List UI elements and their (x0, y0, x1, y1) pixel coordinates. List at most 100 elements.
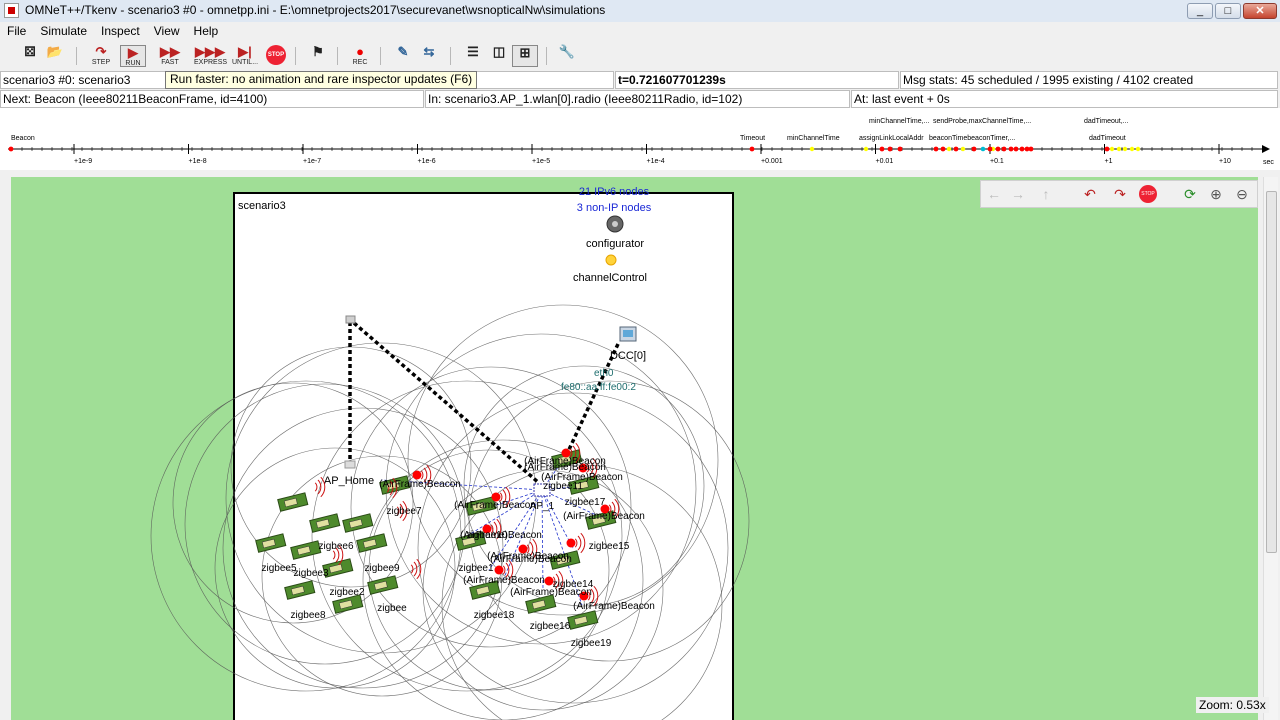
timeline-toggle-button[interactable]: ⊞ (512, 45, 538, 67)
back-icon[interactable]: ← (985, 186, 1003, 202)
timeline-event-marker[interactable] (749, 146, 755, 152)
timeline[interactable]: +1e-9 +1e-8 +1e-7 +1e-6 +1e-5 +1e-4 +0.001 +0.0… (0, 108, 1280, 171)
zoom-in-icon[interactable]: ⊕ (1207, 186, 1225, 202)
layout-horizontal-icon: ☰ (467, 44, 479, 59)
network-canvas[interactable]: scenario3 21 IPv6 nodes 3 non-IP nodes c… (11, 177, 1258, 720)
timeline-event-marker[interactable] (1019, 146, 1025, 152)
timeline-arrow (1262, 145, 1270, 153)
express-button[interactable]: ▶▶▶ EXPRESS (194, 45, 227, 67)
until-button[interactable]: ▶| UNTIL... (230, 45, 260, 67)
timeline-event-marker[interactable] (971, 146, 977, 152)
timeline-event-marker[interactable] (960, 146, 966, 152)
zigbee-label: zigbee1 (458, 563, 493, 574)
timeline-label: minChannelTime,... (869, 118, 929, 125)
timeline-event-marker[interactable] (1008, 146, 1014, 152)
tooltip: Run faster: no animation and rare inspec… (165, 71, 478, 89)
timeline-event-marker[interactable] (8, 146, 14, 152)
timeline-event-marker[interactable] (887, 146, 893, 152)
close-button[interactable]: ✕ (1243, 3, 1277, 19)
menu-view[interactable]: View (147, 22, 187, 38)
forward-icon[interactable]: → (1009, 186, 1027, 202)
options-button[interactable]: 🔧 (554, 45, 580, 67)
toolbar-separator (337, 47, 338, 65)
airframe-label: (AirFrame)Beacon (463, 575, 545, 586)
refresh-icon[interactable]: ⟳ (1181, 186, 1199, 202)
timeline-event-marker[interactable] (1013, 146, 1019, 152)
airframe-label: (AirFrame)Beacon (490, 554, 572, 565)
object-tree-button[interactable]: ⇆ (416, 45, 442, 67)
timeline-event-marker[interactable] (1028, 146, 1034, 152)
layout-vertical-button[interactable]: ◫ (486, 45, 512, 67)
ap-home-icon[interactable] (344, 460, 356, 469)
timeline-label: assignLinkLocalAddr (859, 135, 924, 142)
timeline-event-marker[interactable] (1001, 146, 1007, 152)
vertical-scrollbar[interactable] (1263, 177, 1278, 720)
next-event: Next: Beacon (Ieee80211BeaconFrame, id=4… (0, 90, 424, 108)
finish-button[interactable]: ⚑ (305, 45, 331, 67)
layout-step-icon[interactable]: ↷ (1111, 186, 1129, 202)
zoom-level: Zoom: 0.53x (1196, 697, 1269, 713)
airframe-label: (AirFrame)Beacon (460, 530, 542, 541)
find-objects-button[interactable]: ✎ (390, 45, 416, 67)
fast-icon: ▶▶ (160, 44, 180, 59)
stop-button[interactable]: STOP (263, 45, 289, 67)
layout-again-icon[interactable]: ↶ (1081, 186, 1099, 202)
timeline-event-marker[interactable] (897, 146, 903, 152)
timeline-event-marker[interactable] (933, 146, 939, 152)
timeline-event-marker[interactable] (995, 146, 1001, 152)
timeline-event-marker[interactable] (1109, 146, 1115, 152)
step-icon: ↷ (95, 44, 107, 59)
fast-button[interactable]: ▶▶ FAST (157, 45, 183, 67)
timeline-event-marker[interactable] (940, 146, 946, 152)
menu-help[interactable]: Help (187, 22, 226, 38)
timeline-event-marker[interactable] (1129, 146, 1135, 152)
zigbee-label: zigbee9 (364, 563, 399, 574)
run-button[interactable]: ▶ RUN (120, 45, 146, 67)
menu-bar: File Simulate Inspect View Help (0, 22, 1280, 42)
layout-horizontal-button[interactable]: ☰ (460, 45, 486, 67)
record-button[interactable]: ● REC (347, 45, 373, 67)
timeline-event-marker[interactable] (1122, 146, 1128, 152)
timeline-tick-label: +1e-4 (647, 158, 665, 165)
toolbar-separator (76, 47, 77, 65)
timeline-tick-label: +10 (1219, 158, 1231, 165)
timeline-tick-label: +1e-7 (303, 158, 321, 165)
timeline-event-marker[interactable] (946, 146, 952, 152)
toolbar-separator (450, 47, 451, 65)
menu-inspect[interactable]: Inspect (94, 22, 147, 38)
step-button[interactable]: ↷ STEP (88, 45, 114, 67)
channel-control-icon[interactable] (605, 254, 617, 266)
zigbee-label: zigbee8 (290, 610, 325, 621)
minimize-button[interactable]: _ (1187, 3, 1213, 19)
configurator-icon-hub (612, 221, 618, 227)
new-network-button[interactable]: ⚄ (17, 45, 43, 67)
menu-file[interactable]: File (0, 22, 33, 38)
timeline-label: Timeout (740, 135, 765, 142)
maximize-button[interactable]: □ (1215, 3, 1241, 19)
timeline-label: beaconTimebeaconTimer,... (929, 135, 1015, 142)
timeline-event-marker[interactable] (953, 146, 959, 152)
router-icon[interactable] (345, 315, 356, 324)
channel-control-label: channelControl (573, 272, 647, 284)
menu-simulate[interactable]: Simulate (33, 22, 94, 38)
timeline-event-marker[interactable] (987, 146, 993, 152)
network-canvas-area: scenario3 21 IPv6 nodes 3 non-IP nodes c… (0, 170, 1280, 720)
timeline-event-marker[interactable] (879, 146, 885, 152)
layout-vertical-icon: ◫ (492, 44, 506, 59)
zigbee-label: zigbee19 (571, 638, 612, 649)
open-inifile-button[interactable]: 📂 (42, 45, 68, 67)
timeline-event-marker[interactable] (1116, 146, 1122, 152)
eth-label: eth0 (594, 368, 614, 379)
timeline-event-marker[interactable] (809, 146, 815, 152)
zigbee-label: zigbee7 (386, 506, 421, 517)
parent-module-icon[interactable]: ↑ (1037, 186, 1055, 202)
scrollbar-thumb[interactable] (1266, 191, 1277, 553)
zoom-out-icon[interactable]: ⊖ (1233, 186, 1251, 202)
timeline-tick-label: +0.001 (761, 158, 783, 165)
timeline-event-marker[interactable] (863, 146, 869, 152)
timeline-event-marker[interactable] (1104, 146, 1110, 152)
timeline-label: Beacon (11, 135, 35, 142)
timeline-event-marker[interactable] (1135, 146, 1141, 152)
stop-layout-icon[interactable]: STOP (1139, 185, 1157, 203)
dcc-label: DCC[0] (610, 350, 646, 362)
